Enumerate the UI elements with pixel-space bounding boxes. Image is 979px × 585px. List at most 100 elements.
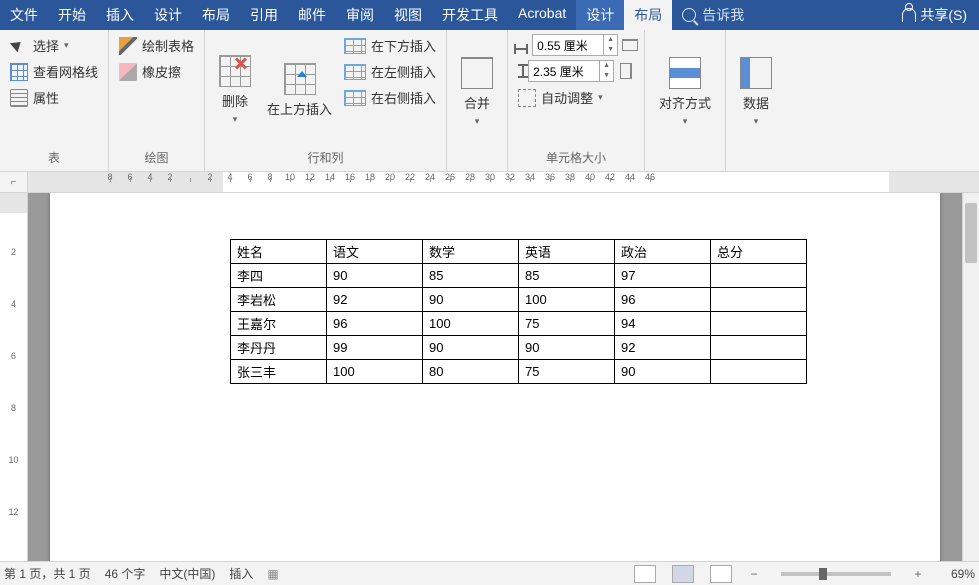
table-cell[interactable]: 100: [327, 360, 423, 384]
insert-above-button[interactable]: 在上方插入: [259, 34, 340, 146]
zoom-in-button[interactable]: +: [911, 567, 925, 581]
properties-button[interactable]: 属性: [6, 86, 102, 109]
table-cell[interactable]: 96: [615, 288, 711, 312]
table-cell[interactable]: 75: [519, 360, 615, 384]
zoom-thumb[interactable]: [819, 568, 827, 580]
group-merge: 合并▾: [447, 30, 508, 171]
table-cell[interactable]: [711, 360, 807, 384]
alignment-button[interactable]: 对齐方式▾: [651, 34, 719, 149]
zoom-slider[interactable]: [781, 572, 891, 576]
zoom-out-button[interactable]: −: [747, 567, 761, 581]
table-cell[interactable]: 90: [423, 288, 519, 312]
menu-tab-引用[interactable]: 引用: [240, 0, 288, 30]
spin-up[interactable]: ▲: [600, 61, 613, 71]
menu-tab-布局[interactable]: 布局: [192, 0, 240, 30]
horizontal-ruler[interactable]: 8642246810121416182022242628303234363840…: [28, 172, 979, 192]
table-cell[interactable]: 75: [519, 312, 615, 336]
zoom-level[interactable]: 69%: [939, 567, 975, 581]
select-button[interactable]: 选择▾: [6, 34, 102, 57]
table-cell[interactable]: [711, 312, 807, 336]
table-cell[interactable]: 90: [423, 336, 519, 360]
table-cell[interactable]: 97: [615, 264, 711, 288]
table-cell[interactable]: 李丹丹: [231, 336, 327, 360]
insert-below-button[interactable]: 在下方插入: [340, 34, 440, 57]
table-row[interactable]: 李丹丹99909092: [231, 336, 807, 360]
table-header-cell[interactable]: 数学: [423, 240, 519, 264]
table-header-cell[interactable]: 姓名: [231, 240, 327, 264]
document-table[interactable]: 姓名语文数学英语政治总分李四90858597李岩松929010096王嘉尔961…: [230, 239, 807, 384]
menu-tab-开始[interactable]: 开始: [48, 0, 96, 30]
table-cell[interactable]: 李岩松: [231, 288, 327, 312]
table-cell[interactable]: 90: [519, 336, 615, 360]
table-row[interactable]: 李岩松929010096: [231, 288, 807, 312]
table-cell[interactable]: 100: [519, 288, 615, 312]
word-count[interactable]: 46 个字: [105, 565, 146, 582]
row-height-input[interactable]: ▲▼: [532, 34, 618, 56]
context-tab-布局[interactable]: 布局: [624, 0, 672, 30]
autofit-button[interactable]: 自动调整▾: [514, 86, 638, 109]
table-cell[interactable]: 94: [615, 312, 711, 336]
table-row[interactable]: 张三丰100807590: [231, 360, 807, 384]
menu-tab-开发工具[interactable]: 开发工具: [432, 0, 508, 30]
language-status[interactable]: 中文(中国): [159, 565, 215, 582]
table-cell[interactable]: 96: [327, 312, 423, 336]
table-cell[interactable]: 80: [423, 360, 519, 384]
distribute-rows-button[interactable]: [622, 39, 638, 51]
tell-me-search[interactable]: 告诉我: [672, 0, 890, 30]
table-cell[interactable]: 王嘉尔: [231, 312, 327, 336]
col-width-input[interactable]: ▲▼: [528, 60, 614, 82]
table-cell[interactable]: 85: [423, 264, 519, 288]
page-status[interactable]: 第 1 页，共 1 页: [4, 565, 91, 582]
table-header-cell[interactable]: 总分: [711, 240, 807, 264]
table-row[interactable]: 王嘉尔961007594: [231, 312, 807, 336]
table-cell[interactable]: 100: [423, 312, 519, 336]
insert-mode[interactable]: 插入: [229, 565, 253, 582]
menu-tab-文件[interactable]: 文件: [0, 0, 48, 30]
table-cell[interactable]: 92: [327, 288, 423, 312]
table-header-cell[interactable]: 语文: [327, 240, 423, 264]
table-cell[interactable]: 90: [615, 360, 711, 384]
context-tab-设计[interactable]: 设计: [576, 0, 624, 30]
table-cell[interactable]: 李四: [231, 264, 327, 288]
insert-right-button[interactable]: 在右侧插入: [340, 86, 440, 109]
macro-icon[interactable]: ▦: [267, 567, 278, 581]
document-area[interactable]: 姓名语文数学英语政治总分李四90858597李岩松929010096王嘉尔961…: [28, 193, 962, 561]
menu-tab-视图[interactable]: 视图: [384, 0, 432, 30]
table-cell[interactable]: 85: [519, 264, 615, 288]
spin-down[interactable]: ▼: [600, 71, 613, 81]
view-gridlines-button[interactable]: 查看网格线: [6, 60, 102, 83]
spin-up[interactable]: ▲: [604, 35, 617, 45]
table-row[interactable]: 李四90858597: [231, 264, 807, 288]
table-cell[interactable]: [711, 264, 807, 288]
share-button[interactable]: 共享(S): [890, 0, 979, 30]
insert-right-icon: [344, 90, 366, 106]
menu-tab-Acrobat[interactable]: Acrobat: [508, 0, 576, 30]
vertical-ruler[interactable]: 24681012: [0, 193, 28, 561]
view-web-button[interactable]: [710, 565, 732, 583]
table-cell[interactable]: 92: [615, 336, 711, 360]
table-header-cell[interactable]: 英语: [519, 240, 615, 264]
table-cell[interactable]: [711, 336, 807, 360]
merge-button[interactable]: 合并▾: [453, 34, 501, 149]
view-read-button[interactable]: [634, 565, 656, 583]
scrollbar-thumb[interactable]: [965, 203, 977, 263]
table-header-cell[interactable]: 政治: [615, 240, 711, 264]
menu-tab-邮件[interactable]: 邮件: [288, 0, 336, 30]
table-cell[interactable]: 张三丰: [231, 360, 327, 384]
eraser-button[interactable]: 橡皮擦: [115, 60, 198, 83]
spin-down[interactable]: ▼: [604, 45, 617, 55]
menu-tab-插入[interactable]: 插入: [96, 0, 144, 30]
draw-table-button[interactable]: 绘制表格: [115, 34, 198, 57]
delete-button[interactable]: 删除▾: [211, 34, 259, 146]
table-header-row[interactable]: 姓名语文数学英语政治总分: [231, 240, 807, 264]
view-print-button[interactable]: [672, 565, 694, 583]
menu-tab-审阅[interactable]: 审阅: [336, 0, 384, 30]
distribute-cols-button[interactable]: [620, 63, 632, 79]
vertical-scrollbar[interactable]: [962, 193, 979, 561]
data-button[interactable]: 数据▾: [732, 34, 780, 149]
table-cell[interactable]: 99: [327, 336, 423, 360]
insert-left-button[interactable]: 在左侧插入: [340, 60, 440, 83]
table-cell[interactable]: 90: [327, 264, 423, 288]
table-cell[interactable]: [711, 288, 807, 312]
menu-tab-设计[interactable]: 设计: [144, 0, 192, 30]
